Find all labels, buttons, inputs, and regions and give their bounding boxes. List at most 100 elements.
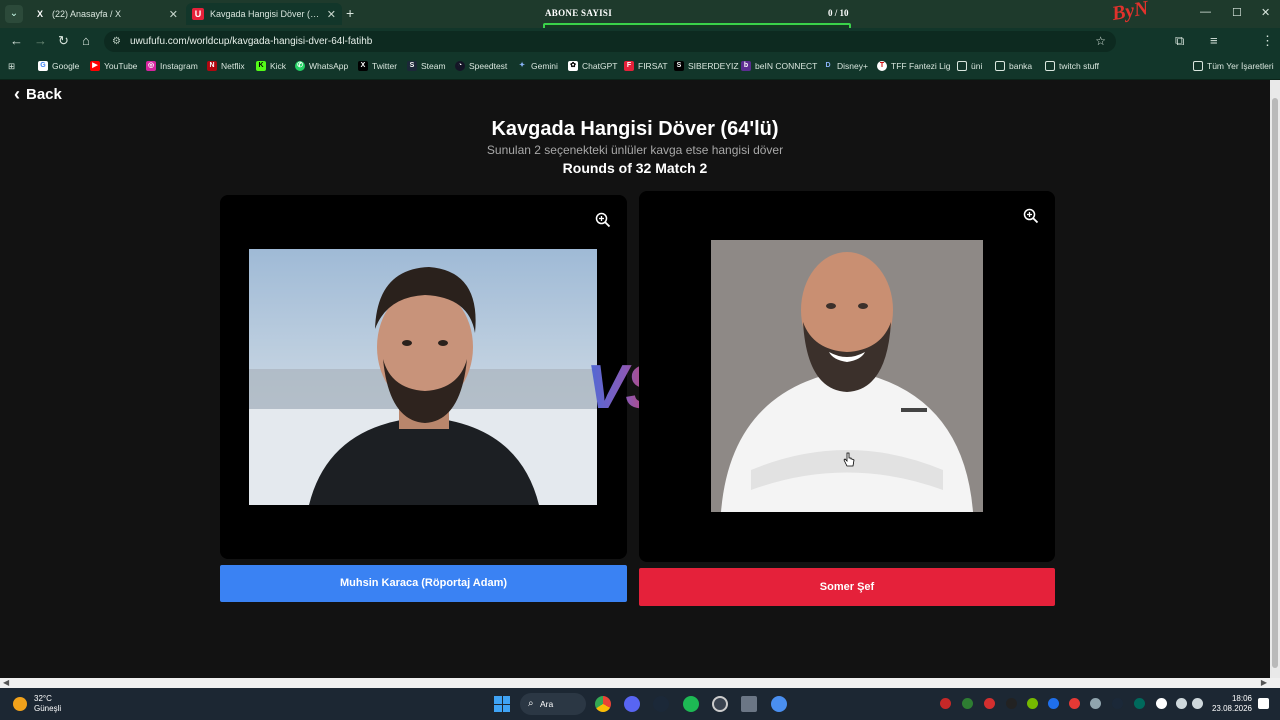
toolbar: ← → ↻ ⌂ ⚙ uwufufu.com/worldcup/kavgada-h… xyxy=(0,28,1280,76)
netflix-icon: N xyxy=(207,61,217,71)
notification-icon[interactable] xyxy=(1258,698,1269,709)
bookmark-youtube[interactable]: ▶ YouTube xyxy=(90,61,137,71)
choose-left-button[interactable]: Muhsin Karaca (Röportaj Adam) xyxy=(220,565,627,602)
left-candidate-photo xyxy=(249,249,597,505)
bookmark-netflix[interactable]: N Netflix xyxy=(207,61,245,71)
weather-widget[interactable]: 32°C Güneşli xyxy=(34,694,61,714)
bookmark-folder-twitch-stuff[interactable]: twitch stuff xyxy=(1045,61,1099,71)
tray-app-icon[interactable] xyxy=(1069,698,1080,709)
bookmark-google[interactable]: G Google xyxy=(38,61,79,71)
close-window-icon[interactable]: ✕ xyxy=(1261,6,1270,19)
network-icon[interactable] xyxy=(1176,698,1187,709)
bookmark-bein-connect[interactable]: b beIN CONNECT xyxy=(741,61,817,71)
minimize-icon[interactable]: — xyxy=(1200,6,1211,18)
tab-twitter[interactable]: X (22) Anasayfa / X ✕ xyxy=(28,3,184,25)
steam-icon[interactable] xyxy=(653,696,669,712)
bookmark-gemini[interactable]: ✦ Gemini xyxy=(517,61,558,71)
back-button[interactable]: ‹ Back xyxy=(14,84,62,105)
tff-icon: T xyxy=(877,61,887,71)
scroll-left-icon[interactable]: ◀ xyxy=(3,678,9,687)
sun-icon[interactable] xyxy=(13,697,27,711)
back-arrow-icon[interactable]: ← xyxy=(10,33,23,48)
menu-kebab-icon[interactable]: ⋮ xyxy=(1261,33,1274,49)
steam-tray-icon[interactable] xyxy=(1112,698,1123,709)
choose-right-button[interactable]: Somer Şef xyxy=(639,568,1055,606)
microphone-icon[interactable] xyxy=(1156,698,1167,709)
tray-app-icon[interactable] xyxy=(1134,698,1145,709)
start-icon[interactable] xyxy=(494,696,510,712)
bookmark-steam[interactable]: S Steam xyxy=(407,61,446,71)
spotify-icon[interactable] xyxy=(683,696,699,712)
bookmark-disney[interactable]: D Disney+ xyxy=(823,61,867,71)
forward-arrow-icon[interactable]: → xyxy=(34,33,47,48)
apps-grid-icon[interactable]: ⊞ xyxy=(8,61,15,72)
left-candidate-card[interactable] xyxy=(220,195,627,559)
tab-title: (22) Anasayfa / X xyxy=(52,9,122,19)
bookmark-chatgpt[interactable]: ✿ ChatGPT xyxy=(568,61,617,71)
right-candidate-photo xyxy=(711,240,983,512)
clock[interactable]: 18:06 23.08.2026 xyxy=(1208,694,1252,714)
site-info-icon[interactable]: ⚙ xyxy=(112,31,121,52)
page-subtitle: Sunulan 2 seçenekteki ünlüler kavga etse… xyxy=(486,143,784,157)
bein-icon: b xyxy=(741,61,751,71)
close-tab-icon[interactable]: ✕ xyxy=(327,8,336,21)
obs-icon[interactable] xyxy=(712,696,728,712)
page-content: ‹ Back Kavgada Hangisi Döver (64'lü) Sun… xyxy=(0,80,1270,678)
discord-icon[interactable] xyxy=(624,696,640,712)
new-tab-icon[interactable]: + xyxy=(346,5,354,21)
tab-search-chevron-icon[interactable]: ⌄ xyxy=(5,5,23,23)
taskbar-search[interactable]: ⌕ Ara xyxy=(520,693,586,715)
taskbar: 32°C Güneşli ⌕ Ara 18:06 23.08.2026 xyxy=(0,688,1280,720)
media-control-icon[interactable]: ≡ xyxy=(1210,33,1218,48)
zoom-in-icon[interactable] xyxy=(595,212,611,228)
bookmark-folder-uni[interactable]: üni xyxy=(957,61,982,71)
nvidia-icon[interactable] xyxy=(1027,698,1038,709)
subscriber-goal-count: 0 / 10 xyxy=(828,8,849,18)
tray-app-icon[interactable] xyxy=(962,698,973,709)
address-bar[interactable]: ⚙ uwufufu.com/worldcup/kavgada-hangisi-d… xyxy=(104,31,1116,52)
zoom-in-icon[interactable] xyxy=(1023,208,1039,224)
bookmark-tff-fantezi-lig[interactable]: T TFF Fantezi Lig xyxy=(877,61,951,71)
maximize-icon[interactable]: ☐ xyxy=(1232,6,1242,19)
bookmark-whatsapp[interactable]: ✆ WhatsApp xyxy=(295,61,348,71)
search-label: Ara xyxy=(540,699,554,709)
scroll-thumb[interactable] xyxy=(1272,98,1278,668)
tray-app-icon[interactable] xyxy=(1090,698,1101,709)
bookmark-siberdeyiz[interactable]: S SIBERDEYIZ xyxy=(674,61,739,71)
right-candidate-card[interactable] xyxy=(639,191,1055,562)
calculator-icon[interactable] xyxy=(741,696,757,712)
page-title: Kavgada Hangisi Döver (64'lü) xyxy=(491,118,779,140)
bookmark-twitter[interactable]: X Twitter xyxy=(358,61,397,71)
reload-icon[interactable]: ↻ xyxy=(58,33,69,49)
bookmark-star-icon[interactable]: ☆ xyxy=(1095,31,1106,52)
all-bookmarks[interactable]: Tüm Yer İşaretleri xyxy=(1193,61,1274,71)
tray-app-icon[interactable] xyxy=(1006,698,1017,709)
bookmark-firsat[interactable]: F FIRSAT xyxy=(624,61,668,71)
x-logo-icon: X xyxy=(36,9,43,19)
vertical-scrollbar[interactable] xyxy=(1270,80,1280,678)
bookmark-instagram[interactable]: ◎ Instagram xyxy=(146,61,198,71)
scroll-right-icon[interactable]: ▶ xyxy=(1261,678,1267,687)
extensions-puzzle-icon[interactable]: ⧉ xyxy=(1175,33,1184,49)
chevron-left-icon: ‹ xyxy=(14,84,20,104)
chatgpt-icon: ✿ xyxy=(568,61,578,71)
bookmark-folder-banka[interactable]: banka xyxy=(995,61,1032,71)
home-icon[interactable]: ⌂ xyxy=(82,33,90,48)
tray-app-icon[interactable] xyxy=(940,698,951,709)
close-tab-icon[interactable]: ✕ xyxy=(169,8,178,21)
url-text: uwufufu.com/worldcup/kavgada-hangisi-dve… xyxy=(130,36,373,47)
google-icon: G xyxy=(38,61,48,71)
subscriber-goal-label: ABONE SAYISI xyxy=(545,8,613,18)
tray-app-icon[interactable] xyxy=(1048,698,1059,709)
whatsapp-icon: ✆ xyxy=(295,61,305,71)
bookmark-speedtest[interactable]: ◔ Speedtest xyxy=(455,61,507,71)
tab-uwufufu[interactable]: U Kavgada Hangisi Döver (64'lü) ✕ xyxy=(186,3,342,25)
volume-icon[interactable] xyxy=(1192,698,1203,709)
tray-app-icon[interactable] xyxy=(984,698,995,709)
horizontal-scrollbar[interactable]: ◀ ▶ xyxy=(0,678,1280,688)
app-store-icon[interactable] xyxy=(771,696,787,712)
folder-icon xyxy=(1193,61,1203,71)
bookmark-kick[interactable]: K Kick xyxy=(256,61,286,71)
tab-strip: ⌄ X (22) Anasayfa / X ✕ U Kavgada Hangis… xyxy=(0,0,1280,34)
chrome-icon[interactable] xyxy=(595,696,611,712)
